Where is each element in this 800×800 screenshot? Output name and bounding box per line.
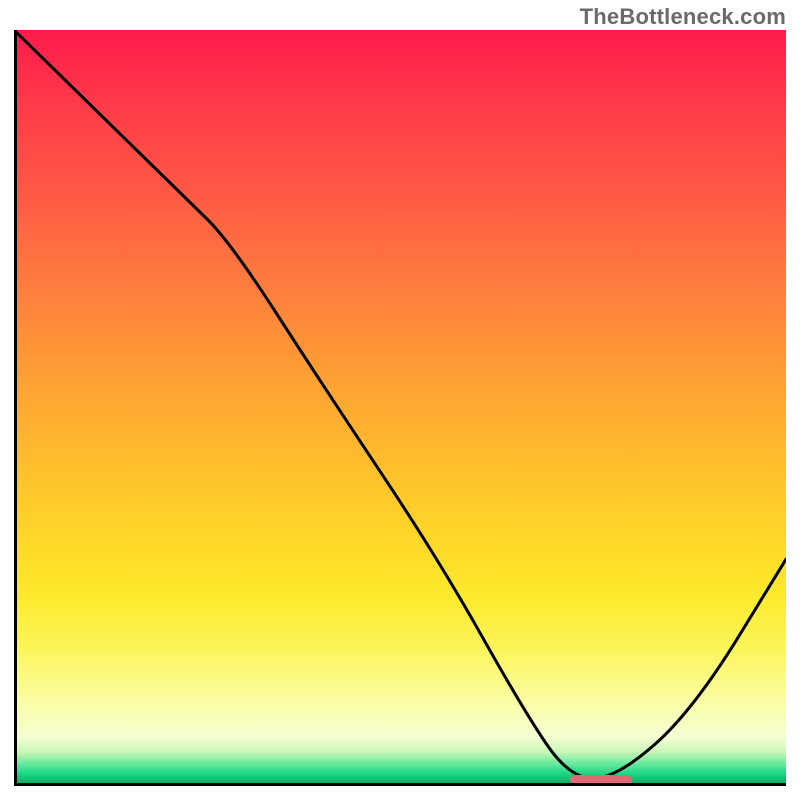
bottleneck-curve	[14, 30, 786, 778]
curve-svg	[14, 30, 786, 786]
bottleneck-chart: TheBottleneck.com	[0, 0, 800, 800]
plot-area	[14, 30, 786, 786]
optimal-range-marker	[570, 775, 632, 785]
watermark-text: TheBottleneck.com	[580, 4, 786, 30]
